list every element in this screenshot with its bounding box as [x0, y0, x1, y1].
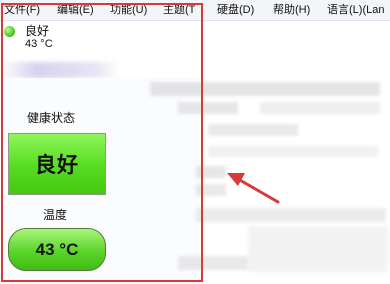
menu-disk[interactable]: 硬盘(D): [217, 4, 254, 17]
menu-theme[interactable]: 主题(T: [163, 4, 195, 17]
blurred-row: [196, 184, 226, 196]
health-status-indicator: 良好: [8, 133, 106, 195]
blurred-row: [248, 226, 388, 272]
menu-bar: 文件(F) 编辑(E) 功能(U) 主题(T 硬盘(D) 帮助(H) 语言(L)…: [0, 0, 390, 21]
drive-tab-strip[interactable]: [0, 62, 120, 78]
health-status-value: 良好: [35, 154, 79, 177]
blurred-row: [208, 124, 298, 136]
blurred-details-area: [148, 62, 390, 284]
health-status-dot-icon: [4, 26, 15, 37]
blurred-row: [150, 82, 380, 96]
health-status-label: 健康状态: [27, 111, 76, 125]
menu-function[interactable]: 功能(U): [110, 4, 147, 17]
menu-language[interactable]: 语言(L)(Lan: [327, 4, 384, 17]
drive-summary[interactable]: 良好 43 °C: [0, 21, 210, 65]
temperature-value: 43 °C: [35, 239, 79, 259]
blurred-row: [178, 102, 238, 114]
menu-edit[interactable]: 编辑(E): [57, 4, 94, 17]
blurred-row: [260, 102, 380, 114]
blurred-row: [178, 256, 248, 270]
blurred-row: [196, 166, 226, 178]
drive-status-text: 良好: [25, 24, 50, 38]
drive-temperature-text: 43 °C: [25, 38, 53, 50]
menu-help[interactable]: 帮助(H): [273, 4, 310, 17]
blurred-row: [208, 146, 378, 157]
temperature-indicator: 43 °C: [8, 228, 106, 271]
blurred-row: [196, 208, 386, 222]
temperature-label: 温度: [43, 208, 68, 222]
menu-file[interactable]: 文件(F): [4, 4, 40, 17]
